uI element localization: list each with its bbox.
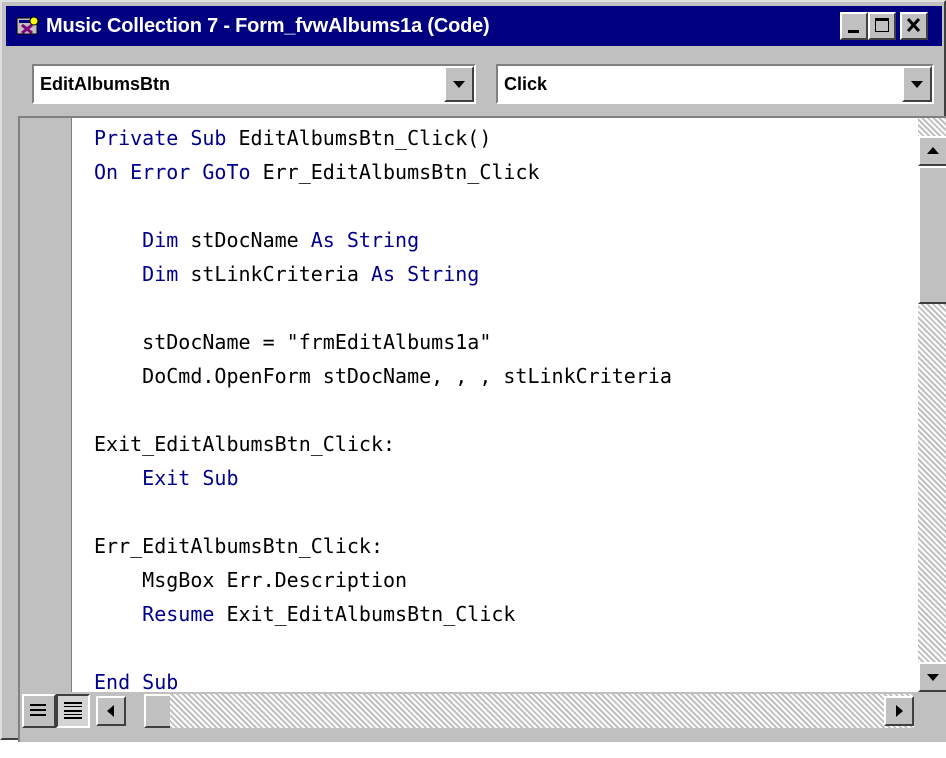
code-line[interactable]: DoCmd.OpenForm stDocName, , , stLinkCrit… — [94, 360, 672, 392]
full-module-view-button[interactable] — [56, 694, 90, 728]
code-line[interactable]: Exit Sub — [94, 462, 239, 494]
horizontal-scroll-thumb[interactable] — [144, 694, 172, 728]
code-text: Exit_EditAlbumsBtn_Click: — [94, 432, 396, 456]
margin-indicator-bar[interactable] — [20, 118, 72, 692]
arrow-up-icon — [927, 147, 939, 154]
object-combo-value: EditAlbumsBtn — [40, 74, 170, 94]
code-line[interactable]: MsgBox Err.Description — [94, 564, 407, 596]
chevron-down-icon — [453, 81, 465, 88]
code-line[interactable]: Err_EditAlbumsBtn_Click: — [94, 530, 383, 562]
title-bar[interactable]: Music Collection 7 - Form_fvwAlbums1a (C… — [6, 6, 942, 46]
arrow-down-icon — [927, 674, 939, 681]
code-keyword: Dim — [94, 228, 191, 252]
size-grip[interactable] — [916, 694, 946, 728]
horizontal-scrollbar-track[interactable] — [170, 694, 914, 728]
code-window: Music Collection 7 - Form_fvwAlbums1a (C… — [0, 0, 946, 742]
code-line[interactable]: Dim stLinkCriteria As String — [94, 258, 479, 290]
code-keyword: On Error GoTo — [94, 160, 263, 184]
procedure-combo-dropdown-button[interactable] — [902, 66, 932, 102]
code-keyword: As String — [310, 228, 420, 252]
procedure-combo[interactable]: Click — [496, 64, 934, 104]
arrow-left-icon — [107, 705, 114, 717]
procedure-view-icon — [30, 704, 46, 716]
code-text: stLinkCriteria — [190, 262, 371, 286]
code-line[interactable]: Resume Exit_EditAlbumsBtn_Click — [94, 598, 515, 630]
code-keyword: Exit Sub — [94, 466, 239, 490]
minimize-icon — [848, 30, 859, 33]
window-title: Music Collection 7 - Form_fvwAlbums1a (C… — [46, 15, 490, 37]
close-icon — [906, 17, 921, 33]
code-line[interactable]: End Sub — [94, 666, 178, 692]
arrow-right-icon — [896, 705, 903, 717]
code-keyword: Resume — [94, 602, 227, 626]
code-text: stDocName = "frmEditAlbums1a" — [94, 330, 492, 354]
scroll-right-button[interactable] — [884, 696, 914, 726]
code-line[interactable]: stDocName = "frmEditAlbums1a" — [94, 326, 491, 358]
scroll-up-button[interactable] — [918, 136, 946, 166]
code-line[interactable]: Private Sub EditAlbumsBtn_Click() — [94, 122, 491, 154]
scroll-down-button[interactable] — [918, 662, 946, 692]
minimize-button[interactable] — [840, 12, 868, 40]
bottom-bar — [20, 692, 946, 742]
chevron-down-icon — [911, 81, 923, 88]
maximize-icon — [875, 18, 889, 32]
procedure-combo-value: Click — [504, 74, 548, 94]
code-text: EditAlbumsBtn_Click() — [238, 126, 492, 150]
code-keyword: Private Sub — [94, 126, 239, 150]
code-text: DoCmd.OpenForm stDocName, , , stLinkCrit… — [94, 364, 672, 388]
vertical-scrollbar[interactable] — [918, 118, 946, 692]
object-combo[interactable]: EditAlbumsBtn — [32, 64, 476, 104]
code-text: Exit_EditAlbumsBtn_Click — [226, 602, 516, 626]
code-keyword: As String — [370, 262, 480, 286]
code-text-area[interactable]: Private Sub EditAlbumsBtn_Click() On Erro… — [72, 118, 930, 692]
access-form-code-icon — [16, 16, 39, 35]
code-keyword: End Sub — [94, 670, 179, 692]
code-line[interactable]: On Error GoTo Err_EditAlbumsBtn_Click — [94, 156, 540, 188]
maximize-button[interactable] — [868, 12, 896, 40]
code-line[interactable]: Exit_EditAlbumsBtn_Click: — [94, 428, 395, 460]
scroll-left-button[interactable] — [96, 696, 126, 726]
code-text: Err_EditAlbumsBtn_Click: — [94, 534, 383, 558]
code-keyword: Dim — [94, 262, 191, 286]
vertical-scroll-thumb[interactable] — [918, 166, 946, 304]
code-editor: Private Sub EditAlbumsBtn_Click() On Erro… — [18, 116, 946, 742]
code-line[interactable]: Dim stDocName As String — [94, 224, 419, 256]
code-text: Err_EditAlbumsBtn_Click — [262, 160, 540, 184]
full-module-view-icon — [64, 702, 82, 719]
code-text: stDocName — [190, 228, 311, 252]
code-text: MsgBox Err.Description — [94, 568, 408, 592]
close-button[interactable] — [900, 12, 928, 40]
object-combo-dropdown-button[interactable] — [444, 66, 474, 102]
procedure-view-button[interactable] — [22, 694, 56, 728]
